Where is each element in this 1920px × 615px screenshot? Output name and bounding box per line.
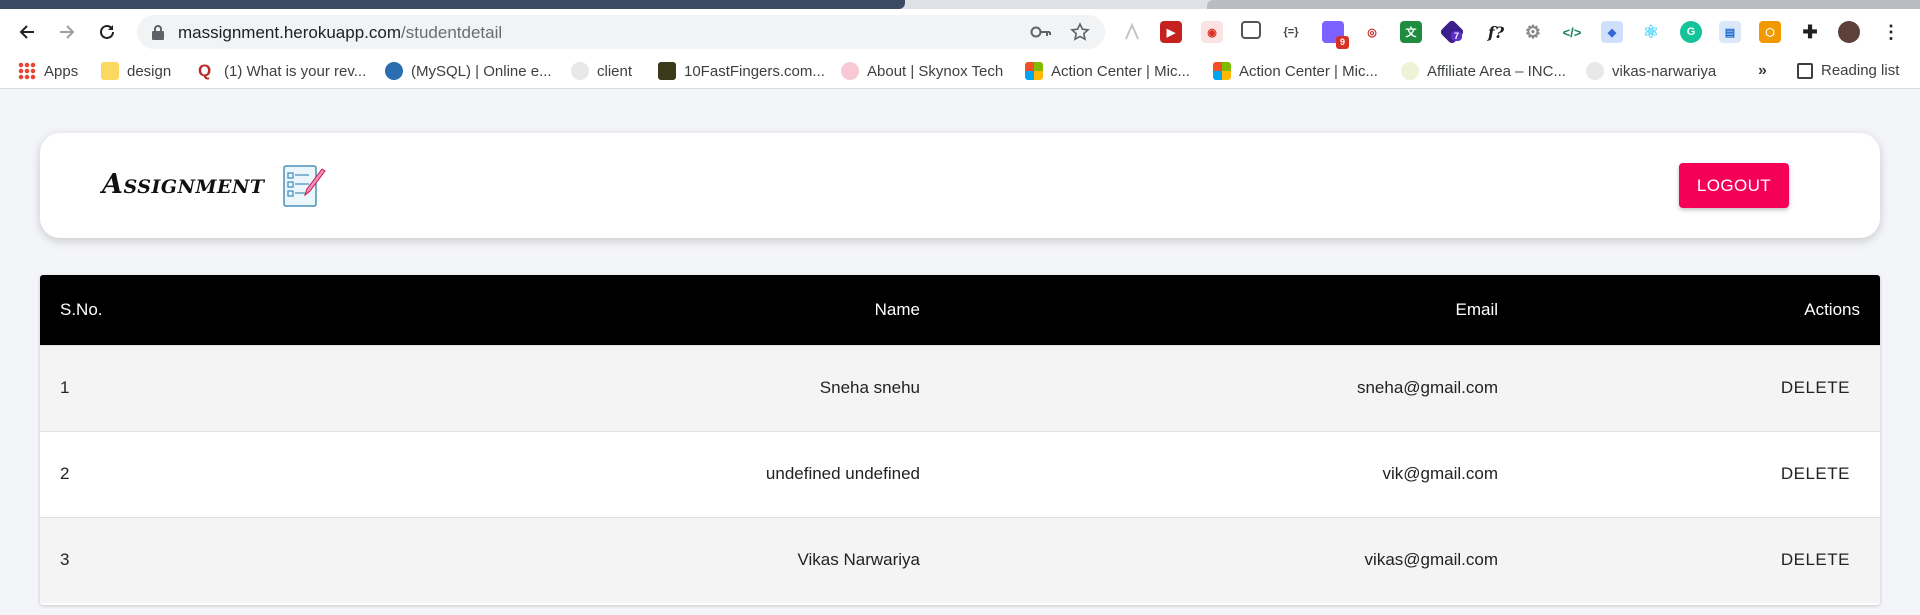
forward-icon[interactable] xyxy=(52,17,82,47)
extension-glasses-icon[interactable]: ◎ xyxy=(1361,21,1383,43)
bookmarks-bar: Apps design Q (1) What is your rev... (M… xyxy=(0,54,1920,89)
extension-translate-icon[interactable]: 文 xyxy=(1400,21,1422,43)
folder-icon xyxy=(101,62,119,80)
column-header-email: Email xyxy=(1455,299,1498,319)
key-icon[interactable] xyxy=(1030,23,1052,46)
bookmarks-overflow-icon[interactable]: » xyxy=(1758,62,1767,80)
badge-count: 9 xyxy=(1336,36,1349,49)
extensions-puzzle-icon[interactable]: ✚ xyxy=(1799,21,1821,43)
table-row: 3 Vikas Narwariya vikas@gmail.com DELETE xyxy=(40,517,1880,603)
address-bar[interactable]: massignment.herokuapp.com/studentdetail xyxy=(137,15,1105,49)
delete-button[interactable]: DELETE xyxy=(1771,372,1860,404)
bookmark-skynox[interactable]: About | Skynox Tech xyxy=(841,62,1003,80)
cell-name: Sneha snehu xyxy=(819,378,920,397)
table-header-row: S.No. Name Email Actions xyxy=(40,275,1880,345)
mysql-icon xyxy=(385,62,403,80)
bookmark-quora[interactable]: Q (1) What is your rev... xyxy=(198,62,366,80)
bookmark-action-center-2[interactable]: Action Center | Mic... xyxy=(1213,62,1378,80)
bookmark-apps[interactable]: Apps xyxy=(18,62,78,80)
cell-sno: 1 xyxy=(60,378,70,397)
quora-icon: Q xyxy=(198,61,212,80)
cell-actions: DELETE xyxy=(1518,345,1880,431)
bookmark-design[interactable]: design xyxy=(101,62,171,80)
table-row: 1 Sneha snehu sneha@gmail.com DELETE xyxy=(40,345,1880,431)
url-text: massignment.herokuapp.com/studentdetail xyxy=(178,23,503,42)
lock-icon[interactable] xyxy=(151,24,165,45)
inactive-tab[interactable] xyxy=(1207,0,1920,9)
extension-docs-icon[interactable]: ◆ xyxy=(1601,21,1623,43)
table-row: 2 undefined undefined vik@gmail.com DELE… xyxy=(40,431,1880,517)
reading-list-icon xyxy=(1797,62,1813,79)
extension-media-icon[interactable]: ▶ xyxy=(1160,21,1182,43)
bookmark-10fastfingers[interactable]: 10FastFingers.com... xyxy=(658,62,825,80)
tab-strip xyxy=(0,0,1920,9)
github-icon xyxy=(571,62,589,80)
bookmark-vikas-narwariya[interactable]: vikas-narwariya xyxy=(1586,62,1716,80)
app-logo-text: Assignment xyxy=(102,169,265,200)
cell-email: vikas@gmail.com xyxy=(1364,550,1498,570)
cell-name: Vikas Narwariya xyxy=(797,550,920,570)
badge-count: 7 xyxy=(1451,31,1463,41)
back-icon[interactable] xyxy=(12,17,42,47)
fastfingers-icon xyxy=(658,62,676,80)
column-header-sno: S.No. xyxy=(60,299,103,319)
extension-id-card-icon[interactable]: ▤ xyxy=(1719,21,1741,43)
extension-a-icon[interactable] xyxy=(1121,21,1143,43)
extension-json-icon[interactable]: {=} xyxy=(1280,21,1302,43)
bookmark-action-center-1[interactable]: Action Center | Mic... xyxy=(1025,62,1190,80)
menu-kebab-icon[interactable]: ⋮ xyxy=(1880,21,1902,43)
extension-formula-icon[interactable]: f? xyxy=(1482,21,1510,43)
microsoft-icon xyxy=(1025,62,1043,80)
bookmark-mysql[interactable]: (MySQL) | Online e... xyxy=(385,62,552,80)
reload-icon[interactable] xyxy=(92,17,122,47)
browser-toolbar: massignment.herokuapp.com/studentdetail … xyxy=(0,9,1920,54)
extension-gear-icon[interactable]: ⚙ xyxy=(1522,21,1544,43)
reading-list-button[interactable]: Reading list xyxy=(1797,62,1899,79)
assignment-checklist-icon xyxy=(280,163,326,214)
bookmark-affiliate[interactable]: Affiliate Area – INC... xyxy=(1401,62,1566,80)
cell-email: vik@gmail.com xyxy=(1382,464,1499,483)
react-devtools-icon[interactable]: ⚛ xyxy=(1640,21,1662,43)
active-tab[interactable] xyxy=(0,0,905,9)
extension-hex-icon[interactable]: ⬡ xyxy=(1759,21,1781,43)
grammarly-icon[interactable]: G xyxy=(1680,21,1702,43)
apps-grid-icon xyxy=(18,62,36,80)
extension-screenshot-icon[interactable] xyxy=(1241,21,1261,39)
cell-actions: DELETE xyxy=(1518,517,1880,603)
skynox-icon xyxy=(841,62,859,80)
cell-sno: 2 xyxy=(60,464,70,483)
bookmark-star-icon[interactable] xyxy=(1070,22,1090,47)
profile-avatar[interactable] xyxy=(1838,21,1860,43)
affiliate-icon xyxy=(1401,62,1419,80)
logout-button[interactable]: LOGOUT xyxy=(1679,163,1789,208)
github-icon xyxy=(1586,62,1604,80)
delete-button[interactable]: DELETE xyxy=(1771,544,1860,576)
cell-actions: DELETE xyxy=(1518,431,1880,517)
column-header-name: Name xyxy=(874,299,920,319)
delete-button[interactable]: DELETE xyxy=(1771,458,1860,490)
microsoft-icon xyxy=(1213,62,1231,80)
cell-name: undefined undefined xyxy=(765,464,920,483)
cell-sno: 3 xyxy=(60,550,70,570)
extension-notes-icon[interactable]: 9 xyxy=(1322,21,1349,49)
student-table: S.No. Name Email Actions 1 Sneha snehu s… xyxy=(40,275,1880,605)
extension-code-icon[interactable]: </> xyxy=(1561,21,1583,43)
cell-email: sneha@gmail.com xyxy=(1356,378,1498,397)
column-header-actions: Actions xyxy=(1804,299,1860,319)
extension-record-icon[interactable]: ◉ xyxy=(1201,21,1223,43)
app-header: Assignment LOGOUT xyxy=(40,133,1880,238)
bookmark-client[interactable]: client xyxy=(571,62,632,80)
